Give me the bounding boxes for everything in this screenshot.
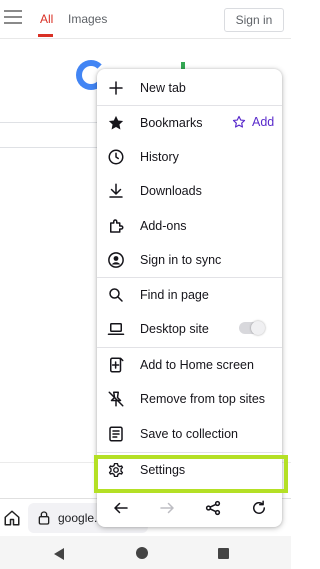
- menu-item-label: Add-ons: [140, 219, 187, 233]
- bookmark-star-icon: [108, 115, 124, 130]
- menu-item-downloads[interactable]: Downloads: [97, 174, 282, 208]
- forward-arrow-icon[interactable]: [158, 499, 176, 517]
- unpin-icon: [108, 391, 124, 407]
- reload-icon[interactable]: [250, 499, 268, 517]
- star-outline-icon: [232, 115, 246, 128]
- android-nav-bar: [0, 536, 291, 569]
- android-back-icon[interactable]: [54, 548, 64, 560]
- google-search-box[interactable]: [0, 122, 110, 148]
- menu-item-sign-in-to-sync[interactable]: Sign in to sync: [97, 243, 282, 277]
- download-icon: [109, 183, 123, 198]
- sign-in-button[interactable]: Sign in: [224, 8, 284, 32]
- toggle-knob: [251, 321, 265, 335]
- menu-item-label: New tab: [140, 81, 186, 95]
- menu-item-label: Save to collection: [140, 427, 238, 441]
- account-icon: [108, 252, 124, 268]
- menu-item-label: Sign in to sync: [140, 253, 222, 267]
- home-icon[interactable]: [3, 509, 21, 527]
- menu-item-label: Remove from top sites: [140, 392, 266, 406]
- menu-item-desktop-site[interactable]: Desktop site: [97, 312, 282, 346]
- desktop-site-toggle[interactable]: [239, 321, 265, 335]
- menu-item-add-to-home-screen[interactable]: Add to Home screen: [97, 348, 282, 382]
- menu-item-new-tab[interactable]: New tab: [97, 71, 282, 105]
- add-bookmark-label: Add: [252, 115, 275, 129]
- settings-highlight-box: [94, 455, 288, 493]
- menu-item-bookmarks[interactable]: Bookmarks Add: [97, 106, 282, 140]
- collection-icon: [109, 426, 123, 442]
- menu-item-label: Desktop site: [140, 322, 209, 336]
- menu-item-label: Add to Home screen: [140, 358, 254, 372]
- menu-item-history[interactable]: History: [97, 140, 282, 174]
- tab-all[interactable]: All: [40, 12, 53, 26]
- active-tab-indicator: [38, 34, 53, 37]
- laptop-icon: [107, 323, 125, 335]
- menu-navigation-row: [97, 493, 282, 523]
- menu-item-label: Find in page: [140, 288, 209, 302]
- menu-item-label: History: [140, 150, 179, 164]
- plus-icon: [109, 81, 123, 95]
- menu-item-remove-from-top-sites[interactable]: Remove from top sites: [97, 382, 282, 416]
- search-icon: [109, 288, 123, 302]
- lock-icon: [38, 511, 50, 525]
- tab-images[interactable]: Images: [68, 12, 107, 26]
- google-header: All Images Sign in: [0, 0, 291, 39]
- clock-icon: [108, 149, 124, 165]
- add-to-home-icon: [110, 357, 124, 373]
- android-home-icon[interactable]: [136, 547, 148, 559]
- hamburger-menu-icon[interactable]: [4, 10, 22, 24]
- menu-item-label: Bookmarks: [140, 116, 203, 130]
- puzzle-icon: [110, 219, 124, 233]
- menu-item-add-ons[interactable]: Add-ons: [97, 209, 282, 243]
- menu-item-save-to-collection[interactable]: Save to collection: [97, 417, 282, 451]
- android-recents-icon[interactable]: [218, 548, 229, 559]
- menu-item-label: Downloads: [140, 184, 202, 198]
- share-icon[interactable]: [204, 499, 222, 517]
- back-arrow-icon[interactable]: [112, 499, 130, 517]
- menu-item-find-in-page[interactable]: Find in page: [97, 278, 282, 312]
